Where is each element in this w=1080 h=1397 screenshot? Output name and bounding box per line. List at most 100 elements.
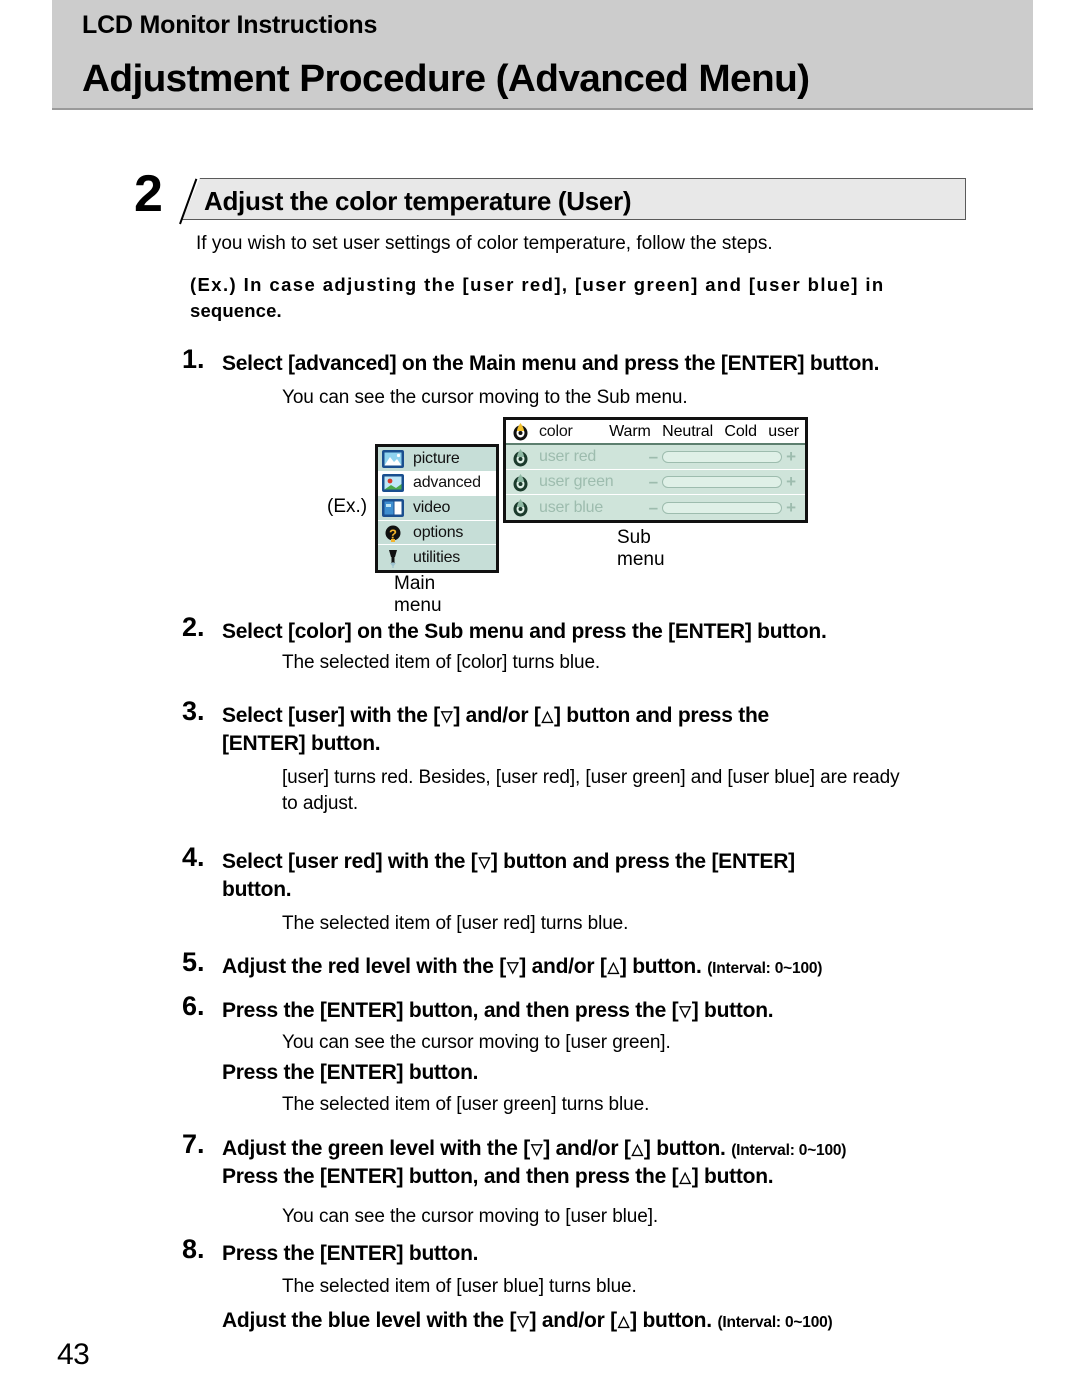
user-red-slider-track[interactable] (662, 451, 783, 463)
user-blue-slider-track[interactable] (662, 501, 783, 514)
step-4-text: Select [user red] with the [▽] button an… (222, 848, 982, 904)
step-8-secondary: Adjust the blue level with the [▽] and/o… (182, 1307, 982, 1335)
section-number: 2 (134, 165, 163, 223)
step-6-subtext: You can see the cursor moving to [user g… (282, 1032, 671, 1053)
main-menu-item-picture[interactable]: picture (378, 447, 496, 472)
sub-menu-item-user-red[interactable]: user red – + (506, 445, 805, 470)
step-3-text: Select [user] with the [▽] and/or [△] bu… (222, 702, 982, 758)
step-2: 2. Select [color] on the Sub menu and pr… (182, 614, 982, 646)
down-triangle-icon: ▽ (517, 1313, 529, 1330)
step-6-number: 6. (182, 991, 205, 1021)
color-palette-icon (510, 421, 531, 442)
decrease-icon[interactable]: – (645, 472, 662, 492)
step-2-number: 2. (182, 612, 205, 642)
step-6-text-b: ] button. (691, 999, 774, 1022)
user-blue-slider[interactable]: – + (645, 498, 800, 518)
step-8-text2-a: Adjust the blue level with the [ (222, 1309, 517, 1332)
step-3-text-b: ] and/or [ (453, 704, 541, 727)
sub-menu-label-user-red: user red (539, 448, 597, 465)
page-number: 43 (57, 1338, 90, 1371)
step-5: 5. Adjust the red level with the [▽] and… (182, 949, 982, 981)
step-7-text2-b: ] button. (691, 1164, 774, 1188)
step-3: 3. Select [user] with the [▽] and/or [△]… (182, 698, 982, 758)
sub-menu-item-color[interactable]: color Warm Neutral Cold user (506, 420, 805, 445)
down-triangle-icon: ▽ (506, 959, 519, 976)
main-menu-label-options: options (413, 523, 464, 541)
sub-menu-item-user-blue[interactable]: user blue – + (506, 495, 805, 520)
sub-menu-panel: color Warm Neutral Cold user user red – (503, 417, 808, 523)
down-triangle-icon: ▽ (478, 854, 491, 871)
main-menu-item-options[interactable]: ? options (378, 520, 496, 546)
step-7-text2-a: Press the [ENTER] button, and then press… (222, 1164, 679, 1188)
sub-menu-item-user-green[interactable]: user green – + (506, 470, 805, 495)
step-6-secondary: Press the [ENTER] button. (182, 1059, 982, 1087)
step-3-subtext-line1: [user] turns red. Besides, [user red], [… (282, 767, 900, 788)
main-menu-label-picture: picture (413, 449, 460, 467)
color-option-cold[interactable]: Cold (724, 423, 757, 440)
step-4: 4. Select [user red] with the [▽] button… (182, 844, 982, 904)
color-palette-icon (510, 472, 531, 493)
step-6: 6. Press the [ENTER] button, and then pr… (182, 993, 982, 1025)
decrease-icon[interactable]: – (645, 498, 662, 518)
increase-icon[interactable]: + (782, 447, 800, 467)
user-green-slider[interactable]: – + (645, 472, 800, 492)
up-triangle-icon: △ (541, 708, 554, 725)
increase-icon[interactable]: + (782, 498, 800, 518)
step-6-text2: Press the [ENTER] button. (222, 1061, 479, 1084)
step-1: 1. Select [advanced] on the Main menu an… (182, 346, 982, 378)
color-option-warm[interactable]: Warm (609, 423, 651, 440)
user-red-slider[interactable]: – + (645, 447, 800, 467)
step-5-text: Adjust the red level with the [▽] and/or… (222, 953, 982, 981)
step-7-interval: (Interval: 0~100) (731, 1142, 847, 1159)
step-4-text-a: Select [user red] with the [ (222, 850, 478, 873)
step-6-text-a: Press the [ENTER] button, and then press… (222, 999, 679, 1022)
main-menu-item-video[interactable]: video (378, 496, 496, 521)
step-3-number: 3. (182, 696, 205, 726)
example-note-line1: (Ex.) In case adjusting the [user red], … (190, 274, 885, 295)
up-triangle-icon: △ (607, 959, 620, 976)
step-8-subtext: The selected item of [user blue] turns b… (282, 1276, 637, 1297)
step-7-text: Adjust the green level with the [▽] and/… (222, 1135, 982, 1191)
increase-icon[interactable]: + (782, 472, 800, 492)
step-3-text-d: [ENTER] button. (222, 731, 381, 755)
step-1-number: 1. (182, 344, 205, 374)
main-menu-item-advanced[interactable]: advanced (378, 471, 496, 497)
step-6-text: Press the [ENTER] button, and then press… (222, 997, 982, 1025)
step-2-text: Select [color] on the Sub menu and press… (222, 620, 827, 643)
down-triangle-icon: ▽ (441, 708, 453, 725)
step-7: 7. Adjust the green level with the [▽] a… (182, 1131, 982, 1191)
color-option-user[interactable]: user (768, 423, 799, 440)
user-green-slider-track[interactable] (662, 476, 783, 488)
main-menu-label-advanced: advanced (413, 474, 481, 492)
sub-menu-label-user-blue: user blue (539, 498, 604, 516)
step-5-text-a: Adjust the red level with the [ (222, 955, 506, 978)
video-icon (381, 498, 405, 518)
step-4-number: 4. (182, 842, 205, 872)
section-banner: 2 Adjust the color temperature (User) (134, 168, 966, 225)
color-palette-icon (510, 497, 531, 518)
section-intro: If you wish to set user settings of colo… (196, 233, 773, 254)
step-3-text-c: ] button and press the (553, 704, 769, 727)
step-7-text-c: ] button. (643, 1137, 726, 1160)
color-option-neutral[interactable]: Neutral (662, 423, 713, 440)
step-4-subtext: The selected item of [user red] turns bl… (282, 913, 629, 934)
decrease-icon[interactable]: – (645, 447, 662, 467)
advanced-icon (381, 473, 405, 493)
utilities-icon (381, 548, 405, 568)
step-1-text: Select [advanced] on the Main menu and p… (222, 352, 880, 375)
main-menu-panel: picture advanced video ? options utiliti… (375, 444, 499, 573)
down-triangle-icon: ▽ (530, 1141, 543, 1158)
step-4-text-c: button. (222, 877, 292, 901)
sub-menu-caption: Sub menu (617, 527, 665, 570)
options-icon: ? (381, 523, 405, 543)
main-menu-item-utilities[interactable]: utilities (378, 545, 496, 570)
color-palette-icon (510, 447, 531, 468)
step-8-number: 8. (182, 1234, 205, 1264)
step-6-subtext2: The selected item of [user green] turns … (282, 1094, 650, 1115)
step-5-text-c: ] button. (619, 955, 702, 978)
step-7-number: 7. (182, 1129, 205, 1159)
step-4-text-b: ] button and press the [ENTER] (490, 850, 795, 873)
page-title: Adjustment Procedure (Advanced Menu) (82, 58, 810, 100)
example-note: (Ex.) In case adjusting the [user red], … (190, 272, 980, 323)
section-title: Adjust the color temperature (User) (204, 186, 632, 216)
